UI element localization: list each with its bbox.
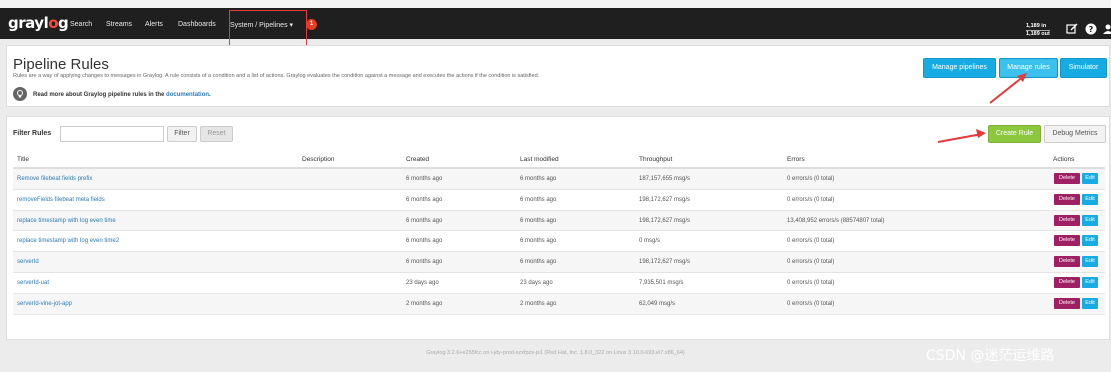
rule-created: 6 months ago: [406, 238, 443, 245]
column-errors: Errors: [787, 156, 805, 163]
edit-button[interactable]: Edit: [1082, 235, 1098, 247]
column-created: Created: [406, 156, 430, 163]
column-throughput: Throughput: [639, 156, 673, 163]
rule-errors: 0 errors/s (0 total): [787, 196, 835, 203]
table-row: replace timestamp with log even time2 6 …: [13, 231, 1105, 253]
rule-errors: 0 errors/s (0 total): [787, 238, 835, 245]
throughput-out: 1,189 out: [1026, 30, 1050, 37]
readmore-text: Read more about Graylog pipeline rules i…: [33, 92, 211, 98]
edit-button[interactable]: Edit: [1082, 276, 1098, 288]
rule-throughput: 187,157,655 msg/s: [639, 176, 691, 182]
rule-title-link[interactable]: replace timestamp with log even time: [17, 218, 116, 224]
rule-modified: 6 months ago: [520, 259, 557, 266]
column-actions: Actions: [1053, 156, 1075, 163]
rule-throughput: 0 msg/s: [639, 238, 661, 245]
rule-modified: 6 months ago: [520, 176, 557, 182]
rule-title-link[interactable]: serverId: [17, 259, 39, 265]
navbar: graylog Search Streams Alerts Dashboards…: [0, 8, 1111, 39]
create-rule-button[interactable]: Create Rule: [988, 125, 1041, 143]
throughput-indicator: 1,189 in 1,189 out: [1026, 23, 1050, 37]
rule-errors: 0 errors/s (0 total): [787, 279, 835, 286]
edit-icon[interactable]: [1066, 23, 1078, 35]
rule-modified: 6 months ago: [520, 196, 557, 203]
documentation-link[interactable]: documentation: [166, 92, 209, 98]
rule-modified: 6 months ago: [520, 217, 557, 224]
rule-created: 2 months ago: [406, 300, 443, 307]
edit-button[interactable]: Edit: [1082, 193, 1098, 205]
user-icon[interactable]: [1102, 23, 1111, 35]
table-row: serverId-uat 23 days ago 23 days ago 7,9…: [13, 273, 1105, 294]
page-title: Pipeline Rules: [13, 56, 109, 73]
column-last-modified: Last modified: [520, 156, 559, 163]
table-header: Title Description Created Last modified …: [13, 151, 1105, 169]
rule-errors: 0 errors/s (0 total): [787, 176, 835, 182]
notification-badge[interactable]: 1: [306, 19, 317, 30]
rule-throughput: 198,172,627 msg/s: [639, 217, 691, 224]
rule-title-link[interactable]: serverId-vine-jot-app: [17, 301, 72, 307]
manage-rules-button[interactable]: Manage rules: [999, 58, 1058, 78]
rule-title-link[interactable]: Remove filebeat fields prefix: [17, 176, 92, 182]
rule-errors: 0 errors/s (0 total): [787, 300, 835, 307]
filter-rules-label: Filter Rules: [13, 130, 52, 137]
csdn-watermark: CSDN @迷茫运维路: [926, 348, 1055, 364]
lightbulb-icon: [13, 87, 27, 101]
delete-button[interactable]: Delete: [1054, 297, 1080, 309]
rule-title-link[interactable]: removeFields filebeat meta fields: [17, 197, 105, 203]
rule-throughput: 7,935,501 msg/s: [639, 279, 684, 286]
delete-button[interactable]: Delete: [1054, 173, 1080, 184]
manage-pipelines-button[interactable]: Manage pipelines: [923, 58, 996, 78]
rule-modified: 23 days ago: [520, 279, 553, 286]
table-row: replace timestamp with log even time 6 m…: [13, 210, 1105, 232]
rule-created: 6 months ago: [406, 176, 443, 182]
table-row: Remove filebeat fields prefix 6 months a…: [13, 169, 1105, 190]
simulator-button[interactable]: Simulator: [1060, 58, 1107, 78]
rule-title-link[interactable]: replace timestamp with log even time2: [17, 238, 119, 244]
delete-button[interactable]: Delete: [1054, 193, 1080, 205]
rule-created: 6 months ago: [406, 217, 443, 224]
table-row: serverId 6 months ago 6 months ago 198,1…: [13, 252, 1105, 273]
rule-throughput: 198,172,627 msg/s: [639, 196, 691, 203]
top-strip: [0, 0, 1111, 8]
help-icon[interactable]: ?: [1085, 23, 1097, 35]
rule-throughput: 198,172,627 msg/s: [639, 259, 691, 266]
delete-button[interactable]: Delete: [1054, 256, 1080, 268]
nav-alerts[interactable]: Alerts: [145, 21, 163, 28]
rule-errors: 0 errors/s (0 total): [787, 259, 835, 266]
rule-throughput: 62,049 msg/s: [639, 300, 676, 307]
throughput-in: 1,189 in: [1026, 23, 1050, 31]
nav-search[interactable]: Search: [70, 21, 92, 28]
rule-created: 6 months ago: [406, 196, 443, 203]
table-row: serverId-vine-jot-app 2 months ago 2 mon…: [13, 293, 1105, 315]
rule-created: 6 months ago: [406, 259, 443, 266]
debug-metrics-button[interactable]: Debug Metrics: [1044, 125, 1106, 143]
edit-button[interactable]: Edit: [1082, 297, 1098, 309]
delete-button[interactable]: Delete: [1054, 214, 1080, 226]
delete-button[interactable]: Delete: [1054, 235, 1080, 247]
nav-streams[interactable]: Streams: [106, 21, 132, 28]
rule-created: 23 days ago: [406, 279, 439, 286]
rules-table: Title Description Created Last modified …: [13, 151, 1105, 315]
edit-button[interactable]: Edit: [1082, 256, 1098, 268]
delete-button[interactable]: Delete: [1054, 276, 1080, 288]
column-title: Title: [17, 156, 30, 163]
rule-title-link[interactable]: serverId-uat: [17, 280, 49, 286]
graylog-logo[interactable]: graylog: [8, 14, 69, 32]
rule-modified: 6 months ago: [520, 238, 557, 245]
svg-text:?: ?: [1089, 25, 1094, 34]
rule-modified: 2 months ago: [520, 300, 557, 307]
table-row: removeFields filebeat meta fields 6 mont…: [13, 190, 1105, 211]
filter-rules-input[interactable]: [60, 126, 164, 142]
reset-button[interactable]: Reset: [200, 126, 233, 142]
column-description: Description: [302, 156, 335, 163]
page-description: Rules are a way of applying changes to m…: [13, 73, 540, 79]
rule-errors: 13,408,952 errors/s (88574807 total): [787, 217, 885, 224]
edit-button[interactable]: Edit: [1082, 214, 1098, 226]
nav-dashboards[interactable]: Dashboards: [178, 21, 216, 28]
edit-button[interactable]: Edit: [1082, 173, 1098, 184]
filter-button[interactable]: Filter: [167, 126, 197, 142]
